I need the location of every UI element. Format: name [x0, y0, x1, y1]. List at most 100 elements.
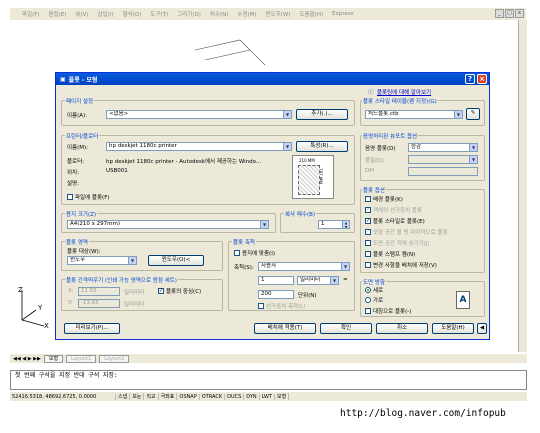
plot-options-label: 플롯 옵션	[362, 186, 386, 194]
page-setup-name-select[interactable]: <없음> ▼	[106, 110, 292, 119]
apply-to-layout-button[interactable]: 배치에 적용(T)	[254, 323, 316, 334]
close-icon[interactable]: ×	[477, 74, 487, 84]
paper-size-select[interactable]: A4(210 x 297mm) ▼	[67, 220, 269, 229]
chevron-down-icon: ▼	[128, 257, 136, 264]
portrait-radio[interactable]: 세로	[365, 286, 383, 294]
menu-dimension[interactable]: 치수(N)	[210, 10, 229, 18]
plot-with-styles-checkbox[interactable]: ✓ 플롯 스타일로 플롯(E)	[365, 217, 425, 225]
watermark: http://blog.naver.com/infopub	[340, 408, 506, 419]
dialog-title: 플롯 - 모형	[68, 76, 98, 84]
toggle-grid[interactable]: 모눈	[130, 393, 145, 400]
preview-button[interactable]: 미리보기(P)...	[64, 323, 120, 334]
window-controls: _ □ x	[495, 9, 524, 18]
close-button[interactable]: x	[515, 9, 524, 18]
offset-x-label: X:	[68, 288, 74, 294]
menu-format[interactable]: 형식(O)	[123, 10, 142, 18]
toggle-lwt[interactable]: LWT	[260, 393, 275, 400]
offset-y-input[interactable]: -13.65	[78, 299, 120, 308]
plot-in-background-checkbox[interactable]: 배경 플롯(K)	[365, 195, 403, 203]
edit-plot-style-button[interactable]: ✎	[466, 108, 480, 120]
center-plot-checkbox[interactable]: ✓ 플롯의 중심(C)	[158, 287, 201, 295]
plot-lineweights-checkbox[interactable]: ✓ 객체의 선가중치 플롯	[365, 206, 422, 214]
menu-view[interactable]: 뷰(V)	[75, 10, 88, 18]
minimize-button[interactable]: _	[495, 9, 504, 18]
collapse-button[interactable]: ◀	[477, 323, 487, 334]
menu-insert[interactable]: 삽입(I)	[98, 10, 114, 18]
help-button[interactable]: 도움말(H)	[432, 323, 474, 334]
scale-unit-select[interactable]: 밀리미터 ▼	[297, 276, 339, 285]
tab-layout2[interactable]: Layout2	[99, 354, 130, 363]
scale-value2-input[interactable]: 200	[258, 290, 294, 299]
plot-area-label: 플롯 영역	[65, 238, 89, 246]
fit-to-paper-checkbox[interactable]: 용지에 맞춤(I)	[234, 249, 275, 257]
tab-layout1[interactable]: Layout1	[66, 354, 97, 363]
menu-file[interactable]: 파일(F)	[22, 10, 40, 18]
hide-paperspace-objects-checkbox[interactable]: 도면 공간 객체 숨기기(J)	[365, 239, 430, 247]
toggle-polar[interactable]: 극좌표	[159, 393, 178, 400]
cancel-button[interactable]: 취소	[376, 323, 428, 334]
properties-button[interactable]: 특성(R)...	[296, 141, 348, 152]
coordinates-readout: 52416.5318, 48692.6725, 0.0000	[10, 393, 116, 400]
printer-label: 프린터/플로터	[65, 132, 100, 140]
command-line-text: 첫 번째 구석을 지정 반대 구석 지정:	[15, 372, 118, 379]
tab-model[interactable]: 모형	[43, 354, 64, 363]
scale-select[interactable]: 사용자 ▼	[258, 262, 350, 271]
quality-select[interactable]: ▼	[408, 155, 478, 164]
chevron-down-icon: ▼	[260, 221, 268, 228]
plotter-value: hp deskjet 1180c printer - Autodesk에서 제공…	[106, 159, 262, 165]
scale-lineweights-checkbox[interactable]: 선가중치 축척(L)	[258, 302, 305, 310]
maximize-button[interactable]: □	[505, 9, 514, 18]
toggle-snap[interactable]: 스냅	[116, 393, 131, 400]
toggle-model[interactable]: 모형	[275, 393, 290, 400]
menu-express[interactable]: Express	[332, 11, 353, 17]
scale-value1-input[interactable]: 1	[258, 276, 294, 285]
printer-name-select[interactable]: hp deskjet 1180c printer ▼	[106, 142, 292, 151]
toggle-otrack[interactable]: OTRACK	[200, 393, 226, 400]
printer-name-label: 이름(M):	[67, 145, 89, 151]
equals-sign: =	[343, 277, 348, 283]
help-link[interactable]: 플롯팅에 대해 알아보기	[377, 88, 431, 96]
menu-draw[interactable]: 그리기(D)	[177, 10, 201, 18]
chevron-down-icon: ▼	[283, 143, 291, 150]
landscape-radio[interactable]: 가로	[365, 296, 383, 304]
toggle-ortho[interactable]: 직교	[144, 393, 159, 400]
command-line[interactable]: 첫 번째 구석을 지정 반대 구석 지정:	[10, 370, 527, 390]
spinner-icon[interactable]: ▲ ▼	[342, 221, 349, 228]
chevron-down-icon: ▼	[454, 111, 462, 118]
plot-paperspace-last-checkbox[interactable]: ✓ 모형 공간 을 맨 마지막으로 플롯	[365, 228, 448, 236]
tab-nav-arrows[interactable]: ◀◀ ◀ ▶ ▶▶	[13, 356, 41, 362]
toggle-dyn[interactable]: DYN	[244, 393, 260, 400]
menu-edit[interactable]: 편집(E)	[49, 10, 67, 18]
menu-tools[interactable]: 도구(T)	[150, 10, 168, 18]
copies-input[interactable]: 1 ▲ ▼	[318, 220, 350, 229]
plot-to-file-checkbox[interactable]: 파일에 플롯(F)	[67, 193, 110, 201]
ok-button[interactable]: 확인	[320, 323, 372, 334]
vertical-scrollbar[interactable]	[518, 20, 527, 352]
menu-window[interactable]: 윈도우(W)	[266, 10, 291, 18]
where-value: USB001	[106, 168, 128, 174]
info-icon: ⓘ	[368, 90, 374, 96]
chevron-down-icon: ▼	[283, 111, 291, 118]
save-to-layout-checkbox[interactable]: 변경 사항을 배치에 저장(V)	[365, 261, 437, 269]
plot-dialog: ▣ 플롯 - 모형 ? × ⓘ 플롯팅에 대해 알아보기 페이지 설정 이름(A…	[55, 72, 490, 340]
upside-down-checkbox[interactable]: 대칭으로 플롯(-)	[365, 307, 411, 315]
plotter-label: 플로터:	[67, 159, 85, 165]
paper-preview: 210 MM 297 MM	[292, 155, 334, 199]
plot-what-select[interactable]: 윈도우 ▼	[67, 256, 137, 265]
window-button[interactable]: 윈도우(O)<	[148, 255, 204, 266]
plot-scale-label: 플롯 축척	[232, 238, 256, 246]
dialog-titlebar: ▣ 플롯 - 모형 ? ×	[56, 73, 489, 85]
help-icon[interactable]: ?	[465, 74, 475, 84]
toggle-ducs[interactable]: DUCS	[225, 393, 245, 400]
menu-modify[interactable]: 수정(M)	[237, 10, 256, 18]
add-button[interactable]: 추가(.)...	[296, 109, 348, 120]
quality-label: 품질(Q)	[365, 158, 384, 164]
menu-help[interactable]: 도움말(H)	[300, 10, 324, 18]
paper-size-label: 용지 크기(Z)	[65, 210, 98, 218]
toggle-osnap[interactable]: OSNAP	[177, 393, 200, 400]
dpi-input[interactable]	[408, 167, 478, 176]
plot-style-table-select[interactable]: 처드플롯.ctb ▼	[365, 110, 463, 119]
offset-x-input[interactable]: 11.55	[78, 287, 120, 296]
shade-plot-select[interactable]: 승감 ▼	[408, 143, 478, 152]
plot-stamp-checkbox[interactable]: 플롯 스탬프 켬(N)	[365, 250, 415, 258]
